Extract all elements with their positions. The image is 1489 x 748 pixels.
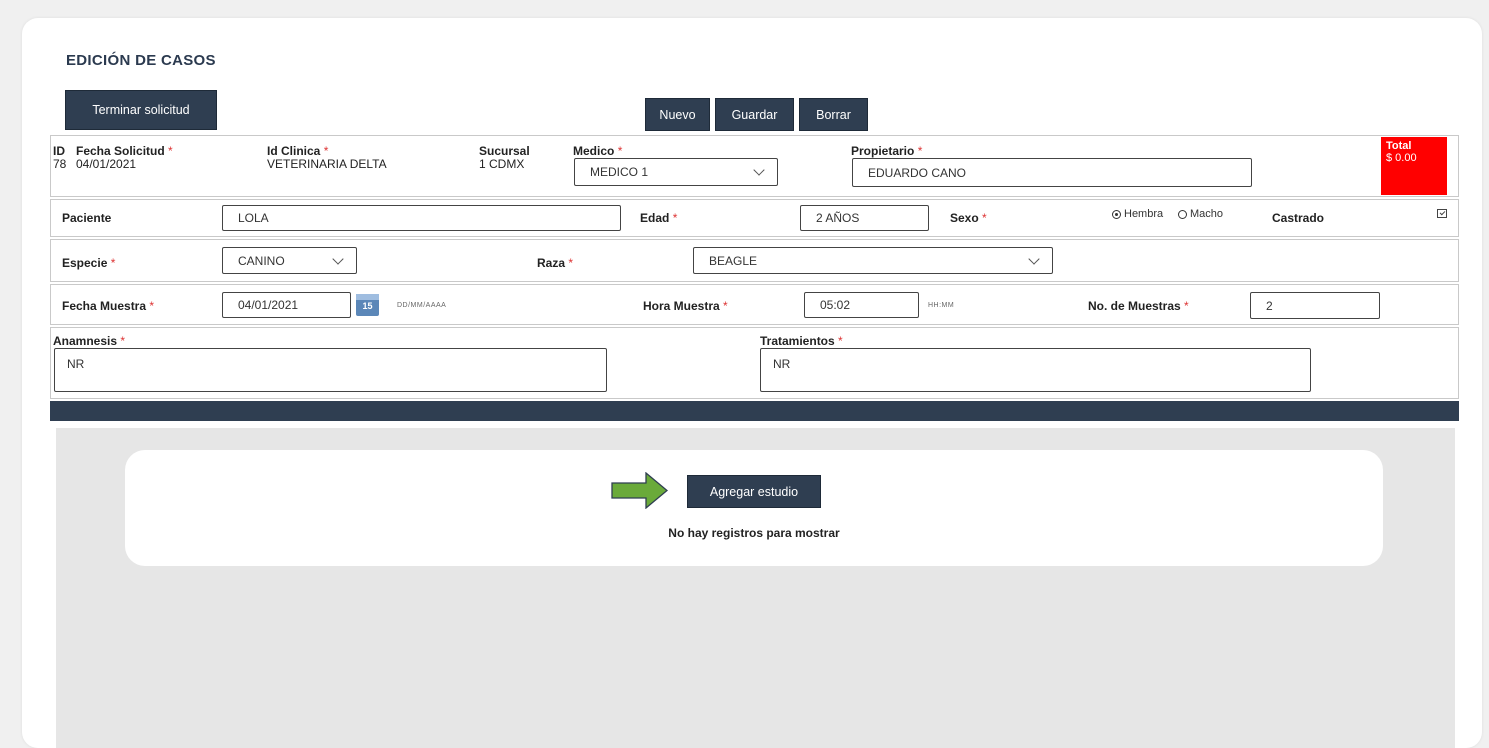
page-title: EDICIÓN DE CASOS xyxy=(66,52,216,69)
calendar-icon[interactable]: 15 xyxy=(356,294,379,316)
hora-muestra-label: Hora Muestra * xyxy=(643,299,728,313)
propietario-label: Propietario * xyxy=(851,144,923,158)
edad-input[interactable]: 2 AÑOS xyxy=(800,205,929,231)
especie-label: Especie * xyxy=(62,256,116,270)
guardar-button[interactable]: Guardar xyxy=(715,98,794,131)
anamnesis-label: Anamnesis * xyxy=(53,334,126,348)
raza-select[interactable]: BEAGLE xyxy=(693,247,1053,274)
num-muestras-label: No. de Muestras * xyxy=(1088,299,1189,313)
edad-label: Edad * xyxy=(640,211,678,225)
nuevo-button[interactable]: Nuevo xyxy=(645,98,710,131)
num-muestras-input[interactable]: 2 xyxy=(1250,292,1380,319)
raza-label: Raza * xyxy=(537,256,574,270)
hembra-label: Hembra xyxy=(1124,208,1164,220)
fecha-muestra-label: Fecha Muestra * xyxy=(62,299,155,313)
sexo-label: Sexo * xyxy=(950,211,987,225)
hora-format-hint: HH:MM xyxy=(928,302,955,309)
sucursal-label: Sucursal xyxy=(479,144,530,158)
radio-unchecked-icon xyxy=(1178,209,1187,219)
chevron-down-icon xyxy=(332,252,344,265)
sexo-radio-macho[interactable]: Macho xyxy=(1178,208,1223,220)
macho-label: Macho xyxy=(1190,208,1224,220)
hora-muestra-input[interactable]: 05:02 xyxy=(804,292,919,318)
medico-selected-value: MEDICO 1 xyxy=(590,165,649,179)
chevron-down-icon xyxy=(753,164,765,176)
propietario-input[interactable]: EDUARDO CANO xyxy=(852,158,1252,187)
fecha-solicitud-value: 04/01/2021 xyxy=(76,157,137,171)
total-label: Total xyxy=(1386,140,1412,152)
total-badge: Total $ 0.00 xyxy=(1381,137,1447,195)
tratamientos-label: Tratamientos * xyxy=(760,334,843,348)
borrar-button[interactable]: Borrar xyxy=(799,98,868,131)
castrado-checkbox[interactable] xyxy=(1437,209,1447,218)
id-label: ID xyxy=(53,144,65,158)
agregar-estudio-button[interactable]: Agregar estudio xyxy=(687,475,821,508)
especie-selected-value: CANINO xyxy=(238,253,285,268)
anamnesis-textarea[interactable]: NR xyxy=(54,348,607,392)
studies-panel: Agregar estudio No hay registros para mo… xyxy=(125,450,1383,566)
sucursal-value: 1 CDMX xyxy=(479,157,525,171)
medico-select[interactable]: MEDICO 1 xyxy=(574,158,778,186)
paciente-input[interactable]: LOLA xyxy=(222,205,621,231)
fecha-format-hint: DD/MM/AAAA xyxy=(397,302,447,309)
id-value: 78 xyxy=(53,157,67,171)
total-value: $ 0.00 xyxy=(1386,152,1417,164)
empty-message: No hay registros para mostrar xyxy=(668,526,840,540)
arrow-right-icon xyxy=(611,472,668,509)
especie-select[interactable]: CANINO xyxy=(222,247,357,274)
chevron-down-icon xyxy=(1028,252,1040,265)
fecha-muestra-input[interactable]: 04/01/2021 xyxy=(222,292,351,318)
fecha-solicitud-label: Fecha Solicitud * xyxy=(76,144,173,158)
radio-checked-icon xyxy=(1112,209,1121,219)
terminar-solicitud-button[interactable]: Terminar solicitud xyxy=(65,90,217,130)
sexo-radio-hembra[interactable]: Hembra xyxy=(1112,208,1163,220)
id-clinica-label: Id Clinica * xyxy=(267,144,329,158)
id-clinica-value: VETERINARIA DELTA xyxy=(267,157,387,171)
raza-selected-value: BEAGLE xyxy=(709,253,758,268)
medico-label: Medico * xyxy=(573,144,623,158)
paciente-label: Paciente xyxy=(62,211,112,225)
tratamientos-textarea[interactable]: NR xyxy=(760,348,1311,392)
section-divider-bar xyxy=(50,401,1459,421)
castrado-label: Castrado xyxy=(1272,211,1325,225)
